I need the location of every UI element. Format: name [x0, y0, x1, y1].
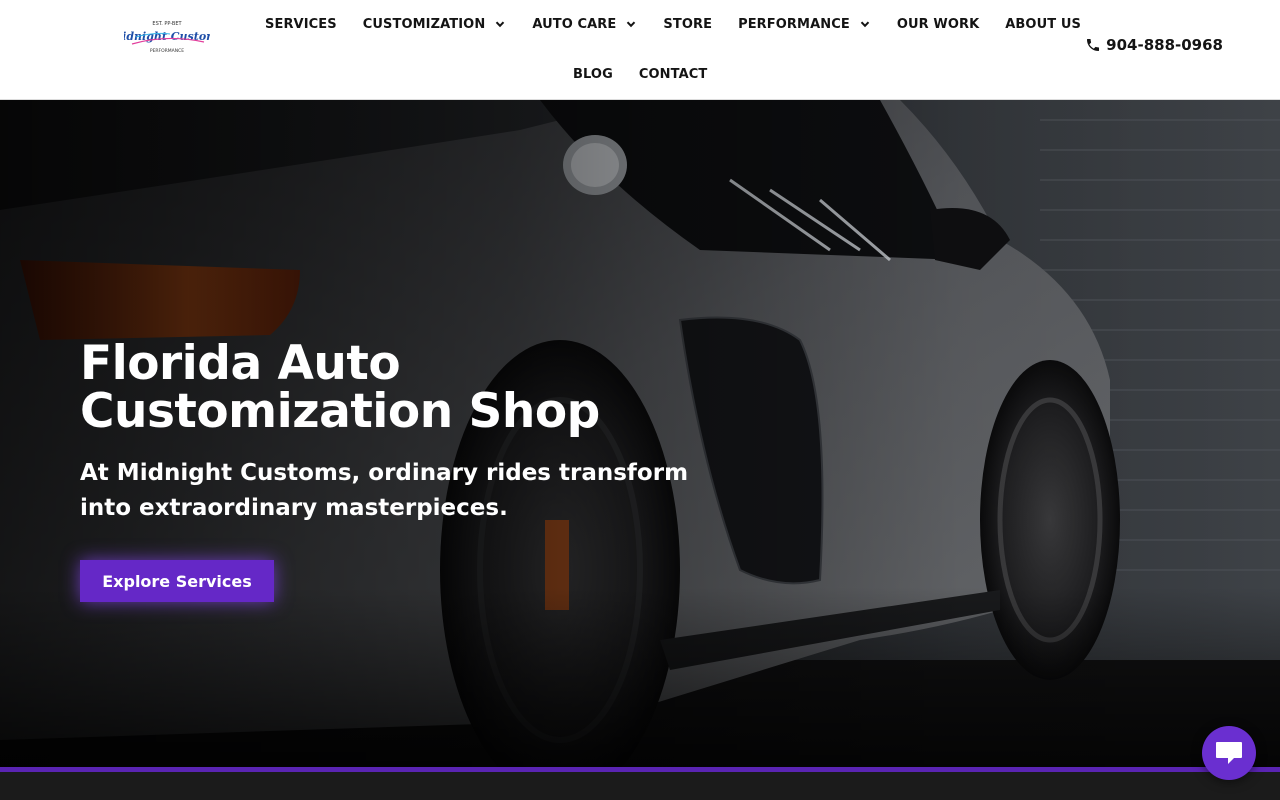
nav-customization[interactable]: CUSTOMIZATION	[350, 17, 520, 32]
nav-our-work[interactable]: OUR WORK	[884, 17, 992, 32]
phone-link[interactable]: 904-888-0968	[1085, 36, 1223, 54]
chevron-down-icon	[860, 21, 870, 28]
nav-store[interactable]: STORE	[650, 17, 725, 32]
next-section-strip	[0, 772, 1280, 800]
explore-services-button[interactable]: Explore Services	[80, 560, 274, 602]
svg-text:EST. PP-BET: EST. PP-BET	[152, 21, 182, 27]
hero-title: Florida Auto Customization Shop	[80, 336, 600, 439]
nav-auto-care[interactable]: AUTO CARE	[519, 17, 650, 32]
nav-about-us[interactable]: ABOUT US	[992, 17, 1094, 32]
chevron-down-icon	[496, 21, 505, 28]
chat-widget-button[interactable]	[1202, 726, 1256, 780]
hero-bottom-fade	[0, 587, 1280, 767]
hero-subtitle: At Midnight Customs, ordinary rides tran…	[80, 460, 689, 521]
nav-performance[interactable]: PERFORMANCE	[725, 17, 884, 32]
nav-blog[interactable]: BLOG	[560, 67, 626, 82]
nav-contact[interactable]: CONTACT	[626, 67, 721, 82]
hero-section: Florida Auto Customization Shop At Midni…	[0, 100, 1280, 767]
svg-text:PERFORMANCE: PERFORMANCE	[150, 48, 184, 54]
site-header: EST. PP-BET Midnight Customs PERFORMANCE…	[0, 0, 1280, 100]
phone-icon	[1087, 39, 1100, 51]
secondary-nav: BLOG CONTACT	[560, 62, 720, 86]
chevron-down-icon	[627, 21, 636, 28]
midnight-customs-logo[interactable]: EST. PP-BET Midnight Customs PERFORMANCE	[109, 14, 224, 58]
main-nav: SERVICES CUSTOMIZATION AUTO CARE STORE P…	[252, 12, 1094, 36]
chat-bubble-icon	[1216, 742, 1242, 764]
nav-services[interactable]: SERVICES	[252, 17, 350, 32]
phone-number: 904-888-0968	[1106, 36, 1223, 54]
